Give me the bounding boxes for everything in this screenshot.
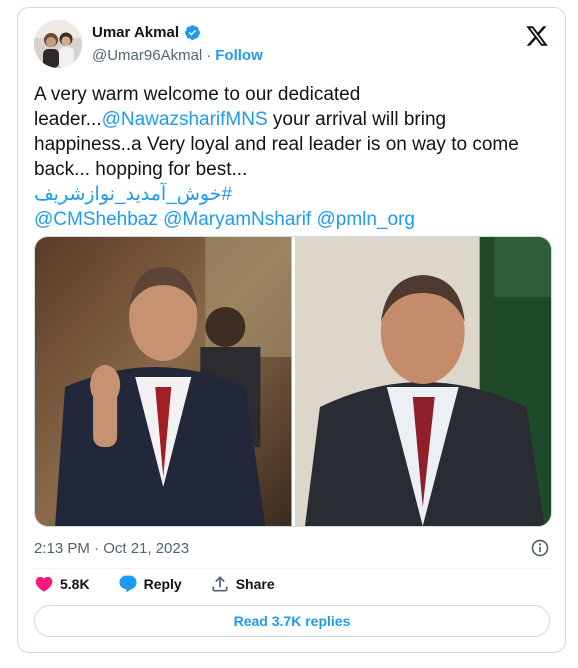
tweet-media[interactable] (34, 236, 552, 527)
user-handle-row: @Umar96Akmal · Follow (92, 47, 263, 64)
reply-bubble-icon (119, 575, 137, 593)
user-name[interactable]: Umar Akmal (92, 24, 179, 41)
avatar-photo (34, 20, 82, 68)
mention-nawazsharifmns[interactable]: @NawazsharifMNS (102, 109, 268, 130)
tweet-timestamp[interactable]: 2:13 PM · Oct 21, 2023 (34, 540, 189, 557)
share-button[interactable]: Share (210, 574, 275, 594)
info-icon[interactable] (530, 538, 550, 558)
mention-cmshehbaz[interactable]: @CMShehbaz (34, 209, 158, 230)
media-photo-right[interactable] (294, 237, 551, 526)
reply-button[interactable]: Reply (118, 574, 182, 594)
share-upload-icon (212, 576, 228, 592)
divider (34, 568, 550, 569)
mention-maryamnsharif[interactable]: @MaryamNsharif (163, 209, 311, 230)
tweet-text: A very warm welcome to our dedicated lea… (34, 82, 554, 232)
hashtag-link[interactable]: #خوش_آمدید_نوازشریف (34, 182, 554, 207)
user-handle[interactable]: @Umar96Akmal (92, 47, 202, 64)
share-label: Share (235, 576, 275, 592)
photo-right-image (294, 237, 551, 526)
like-button[interactable]: 5.8K (34, 574, 90, 594)
reply-label: Reply (143, 576, 182, 592)
likes-count: 5.8K (60, 576, 90, 592)
timestamp-row: 2:13 PM · Oct 21, 2023 (34, 538, 550, 558)
user-name-row: Umar Akmal (92, 24, 201, 41)
tweet-card: Umar Akmal @Umar96Akmal · Follow A very … (17, 7, 566, 653)
action-bar: 5.8K Reply Share (34, 574, 275, 594)
read-replies-button[interactable]: Read 3.7K replies (34, 605, 550, 637)
photo-left-image (35, 237, 292, 526)
avatar[interactable] (34, 20, 82, 68)
mention-pmln-org[interactable]: @pmln_org (317, 209, 416, 230)
x-logo-icon[interactable] (525, 24, 549, 48)
heart-icon (35, 576, 53, 592)
follow-button[interactable]: Follow (215, 47, 263, 64)
separator-dot: · (206, 47, 212, 64)
verified-badge-icon (185, 25, 200, 40)
media-photo-left[interactable] (35, 237, 292, 526)
